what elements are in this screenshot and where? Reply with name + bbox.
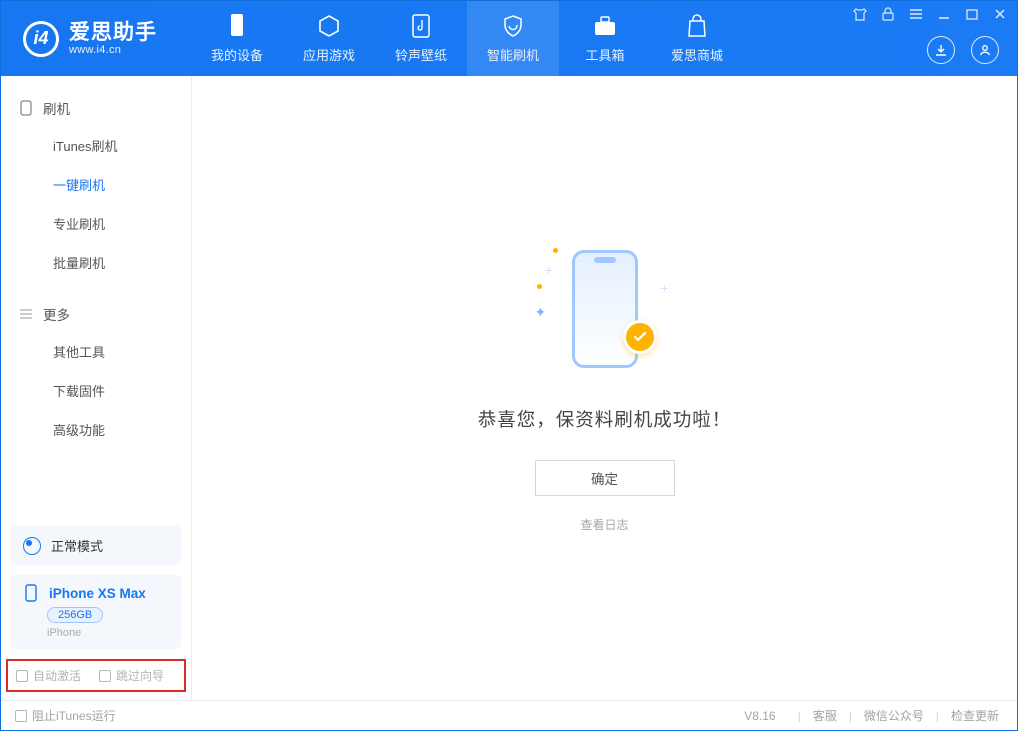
sidebar-heading-label: 更多	[43, 304, 70, 324]
nav-label: 工具箱	[585, 45, 624, 64]
sidebar-section-more: 更多 其他工具 下载固件 高级功能	[1, 282, 191, 449]
ok-button[interactable]: 确定	[535, 460, 675, 496]
main-content: ✦ + + 恭喜您，保资料刷机成功啦！ 确定 查看日志	[192, 76, 1017, 700]
checkbox-block-itunes[interactable]: 阻止iTunes运行	[15, 707, 116, 724]
sidebar-heading-label: 刷机	[43, 98, 70, 118]
dot-icon	[553, 248, 558, 253]
checkbox-skip-guide[interactable]: 跳过向导	[99, 667, 164, 684]
header: i4 爱思助手 www.i4.cn 我的设备 应用游戏 铃声壁纸 智能刷机	[1, 1, 1017, 76]
nav-apps[interactable]: 应用游戏	[283, 1, 375, 76]
cube-icon	[316, 13, 342, 39]
list-icon	[19, 307, 33, 321]
status-label: 正常模式	[51, 536, 103, 555]
sidebar-item-pro-flash[interactable]: 专业刷机	[1, 204, 191, 243]
footer-link-update[interactable]: 检查更新	[947, 707, 1003, 724]
checkbox-label: 自动激活	[33, 667, 81, 684]
device-name: iPhone XS Max	[49, 586, 146, 601]
top-nav: 我的设备 应用游戏 铃声壁纸 智能刷机 工具箱 爱思商城	[191, 1, 743, 76]
device-card[interactable]: iPhone XS Max 256GB iPhone	[11, 575, 181, 649]
checkbox-label: 跳过向导	[116, 667, 164, 684]
bag-icon	[684, 13, 710, 39]
view-log-link[interactable]: 查看日志	[580, 516, 628, 533]
sidebar-item-other-tools[interactable]: 其他工具	[1, 332, 191, 371]
device-capacity: 256GB	[47, 607, 103, 623]
sidebar-item-download-firmware[interactable]: 下载固件	[1, 371, 191, 410]
user-icon[interactable]	[971, 36, 999, 64]
footer-link-support[interactable]: 客服	[809, 707, 841, 724]
sidebar-section-flash: 刷机 iTunes刷机 一键刷机 专业刷机 批量刷机	[1, 76, 191, 282]
nav-toolbox[interactable]: 工具箱	[559, 1, 651, 76]
highlighted-options: 自动激活 跳过向导	[6, 659, 186, 692]
app-window: i4 爱思助手 www.i4.cn 我的设备 应用游戏 铃声壁纸 智能刷机	[0, 0, 1018, 731]
download-icon[interactable]	[927, 36, 955, 64]
app-name-cn: 爱思助手	[69, 21, 157, 44]
logo-text: 爱思助手 www.i4.cn	[69, 21, 157, 56]
status-card[interactable]: 正常模式	[11, 526, 181, 565]
footer: 阻止iTunes运行 V8.16 | 客服 | 微信公众号 | 检查更新	[1, 700, 1017, 730]
sidebar-item-oneclick-flash[interactable]: 一键刷机	[1, 165, 191, 204]
logo-icon: i4	[23, 21, 59, 57]
nav-label: 我的设备	[211, 45, 263, 64]
music-file-icon	[408, 13, 434, 39]
sparkle-icon: ✦	[535, 304, 547, 321]
sparkle-icon: +	[660, 280, 668, 296]
maximize-icon[interactable]	[965, 7, 979, 21]
sidebar-item-itunes-flash[interactable]: iTunes刷机	[1, 126, 191, 165]
tshirt-icon[interactable]	[853, 7, 867, 21]
device-icon	[19, 101, 33, 115]
sidebar-item-advanced[interactable]: 高级功能	[1, 410, 191, 449]
header-right	[927, 36, 999, 64]
refresh-shield-icon	[500, 13, 526, 39]
device-phone-icon	[23, 585, 39, 601]
success-illustration: ✦ + +	[535, 244, 675, 384]
lock-icon[interactable]	[881, 7, 895, 21]
nav-store[interactable]: 爱思商城	[651, 1, 743, 76]
sidebar-heading-flash: 刷机	[1, 90, 191, 126]
sidebar-heading-more: 更多	[1, 296, 191, 332]
close-icon[interactable]	[993, 7, 1007, 21]
checkbox-icon	[99, 670, 111, 682]
status-icon	[23, 537, 41, 555]
sparkle-icon: +	[545, 262, 553, 278]
checkbox-auto-activate[interactable]: 自动激活	[16, 667, 81, 684]
nav-ringtones[interactable]: 铃声壁纸	[375, 1, 467, 76]
toolbox-icon	[592, 13, 618, 39]
device-type: iPhone	[47, 627, 169, 639]
app-name-en: www.i4.cn	[69, 44, 157, 56]
minimize-icon[interactable]	[937, 7, 951, 21]
nav-label: 智能刷机	[487, 45, 539, 64]
dot-icon	[537, 284, 542, 289]
menu-icon[interactable]	[909, 7, 923, 21]
logo[interactable]: i4 爱思助手 www.i4.cn	[1, 21, 191, 57]
success-text: 恭喜您，保资料刷机成功啦！	[478, 406, 732, 432]
nav-label: 应用游戏	[303, 45, 355, 64]
phone-icon	[224, 13, 250, 39]
footer-link-wechat[interactable]: 微信公众号	[860, 707, 928, 724]
body: 刷机 iTunes刷机 一键刷机 专业刷机 批量刷机 更多 其他工具 下载固件 …	[1, 76, 1017, 700]
version-label: V8.16	[744, 709, 775, 723]
nav-flash[interactable]: 智能刷机	[467, 1, 559, 76]
checkbox-icon	[15, 710, 27, 722]
checkbox-icon	[16, 670, 28, 682]
titlebar	[853, 7, 1007, 21]
check-badge-icon	[623, 320, 657, 354]
phone-illustration-icon	[572, 250, 638, 368]
nav-label: 爱思商城	[671, 45, 723, 64]
nav-my-device[interactable]: 我的设备	[191, 1, 283, 76]
sidebar: 刷机 iTunes刷机 一键刷机 专业刷机 批量刷机 更多 其他工具 下载固件 …	[1, 76, 192, 700]
nav-label: 铃声壁纸	[395, 45, 447, 64]
sidebar-item-batch-flash[interactable]: 批量刷机	[1, 243, 191, 282]
checkbox-label: 阻止iTunes运行	[32, 707, 116, 724]
